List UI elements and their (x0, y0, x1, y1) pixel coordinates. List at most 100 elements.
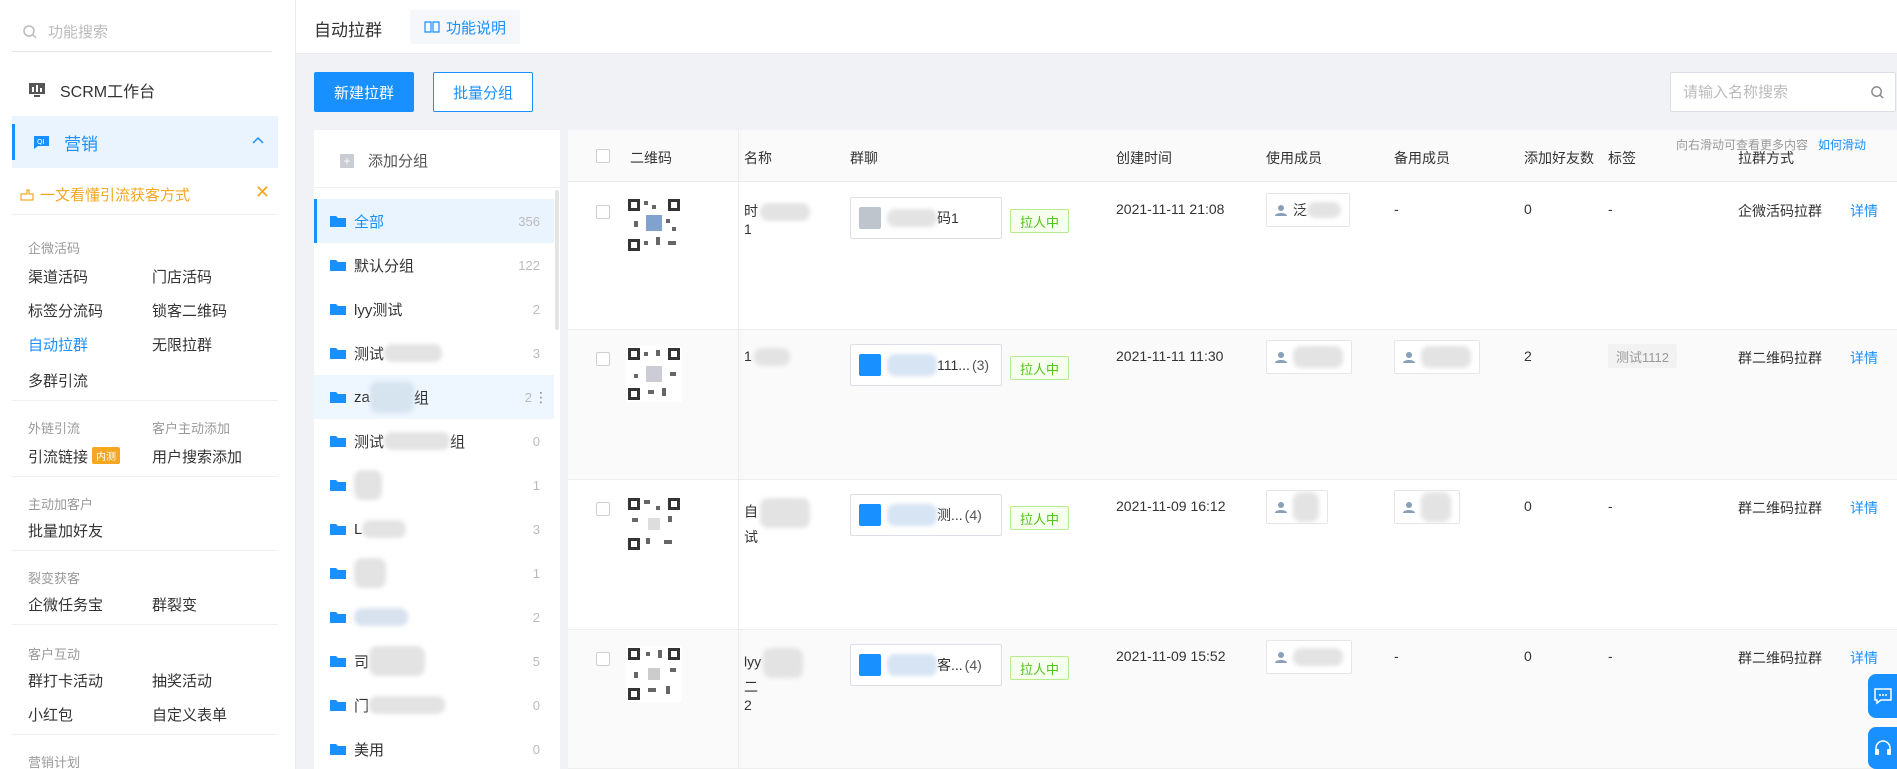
close-icon[interactable]: ✕ (255, 182, 270, 203)
group-scrollbar[interactable] (555, 190, 559, 330)
new-group-button[interactable]: 新建拉群 (314, 72, 414, 112)
chevron-up-icon[interactable] (252, 136, 264, 144)
row-checkbox[interactable] (596, 352, 610, 366)
redacted (362, 520, 407, 538)
member-chip: 泛 (1266, 193, 1350, 227)
nav-link-batch-add-friends[interactable]: 批量加好友 (28, 520, 103, 541)
qr-code-image[interactable] (626, 646, 682, 702)
name-search-input[interactable] (1683, 83, 1863, 101)
row-checkbox[interactable] (596, 205, 610, 219)
select-all-checkbox[interactable] (596, 149, 610, 163)
group-count: 5 (532, 653, 540, 669)
more-icon[interactable]: ⋮ (534, 389, 548, 406)
nav-link-task-treasure[interactable]: 企微任务宝 (28, 594, 103, 615)
search-icon[interactable] (1870, 85, 1885, 100)
nav-link-multi-group[interactable]: 多群引流 (28, 370, 88, 391)
group-item-all[interactable]: 全部 356 (314, 199, 554, 243)
nav-link-lottery[interactable]: 抽奖活动 (152, 670, 212, 691)
nav-link-group-checkin[interactable]: 群打卡活动 (28, 670, 103, 691)
group-count: 2 (532, 301, 540, 317)
table-row: 自试 测... (4) 拉人中 2021-11-09 16:12 0 - 群二维… (568, 480, 1897, 630)
detail-link[interactable]: 详情 (1850, 498, 1878, 518)
group-count: 1 (532, 565, 540, 581)
group-item[interactable]: 1 (314, 463, 554, 507)
row-name-line: 2 (744, 697, 752, 713)
add-group-button[interactable]: + 添加分组 (340, 150, 428, 171)
group-item[interactable]: za 组 2 ⋮ (314, 375, 554, 419)
batch-group-button[interactable]: 批量分组 (433, 72, 533, 112)
user-icon (1275, 352, 1287, 363)
group-item[interactable]: L 3 (314, 507, 554, 551)
folder-icon (330, 744, 346, 755)
nav-link-red-packet[interactable]: 小红包 (28, 704, 73, 725)
detail-link[interactable]: 详情 (1850, 348, 1878, 368)
group-count: 3 (532, 521, 540, 537)
redacted (887, 354, 937, 376)
group-item[interactable]: 1 (314, 551, 554, 595)
row-name-line: lyy (744, 653, 762, 670)
nav-link-tag-split-code[interactable]: 标签分流码 (28, 300, 103, 321)
group-item[interactable]: 2 (314, 595, 554, 639)
group-item[interactable]: 门 0 (314, 683, 554, 727)
nav-link-user-search-add[interactable]: 用户搜索添加 (152, 446, 242, 467)
redacted (354, 558, 386, 588)
redacted (369, 696, 446, 714)
nav-search[interactable]: 功能搜索 (12, 12, 272, 52)
book-icon (424, 21, 440, 33)
nav-link-auto-group[interactable]: 自动拉群 (28, 334, 88, 355)
customer-service-button[interactable] (1868, 727, 1897, 769)
group-chat-box[interactable]: 码1 (850, 197, 1002, 239)
group-item[interactable]: lyy测试 2 (314, 287, 554, 331)
row-name-line: 试 (744, 529, 758, 545)
nav-marketing-label: 营销 (64, 134, 98, 154)
group-chat-box[interactable]: 111... (3) (850, 344, 1002, 386)
page-header: 自动拉群 功能说明 (296, 0, 1897, 54)
col-chat: 群聊 (850, 150, 878, 166)
nav-link-traffic-link-label: 引流链接 (28, 449, 89, 466)
nav-link-group-fission[interactable]: 群裂变 (152, 594, 197, 615)
name-search-box[interactable] (1670, 72, 1896, 112)
row-checkbox[interactable] (596, 502, 610, 516)
nav-link-channel-code[interactable]: 渠道活码 (28, 266, 88, 287)
qr-code-image[interactable] (626, 346, 682, 402)
group-count: 0 (532, 741, 540, 757)
how-to-scroll-link[interactable]: 如何滑动 (1818, 138, 1866, 152)
nav-tip[interactable]: 一文看懂引流获客方式 ✕ (20, 182, 276, 205)
fixed-column-divider (738, 130, 739, 769)
group-item[interactable]: 司 5 (314, 639, 554, 683)
col-created: 创建时间 (1116, 150, 1172, 166)
divider (12, 624, 278, 625)
qr-code-image[interactable] (626, 496, 682, 552)
group-count: 1 (532, 477, 540, 493)
nav-link-store-code[interactable]: 门店活码 (152, 266, 212, 287)
group-chat-box[interactable]: 客... (4) (850, 644, 1002, 686)
nav-link-custom-form[interactable]: 自定义表单 (152, 704, 227, 725)
add-group-label: 添加分组 (368, 153, 429, 170)
redacted (760, 498, 810, 528)
chat-support-button[interactable] (1868, 674, 1897, 718)
folder-icon (330, 304, 346, 315)
nav-item-workbench[interactable]: SCRM工作台 (28, 78, 155, 102)
row-name-line: 1 (744, 348, 752, 364)
qr-code-image[interactable] (626, 197, 682, 253)
detail-link[interactable]: 详情 (1850, 648, 1878, 668)
group-name-suffix: 组 (450, 433, 466, 451)
method: 群二维码拉群 (1738, 350, 1822, 366)
group-item[interactable]: 默认分组 122 (314, 243, 554, 287)
nav-link-lock-qr[interactable]: 锁客二维码 (152, 300, 227, 321)
nav-item-marketing[interactable]: QI 营销 (12, 116, 278, 168)
nav-link-traffic-link[interactable]: 引流链接 内测 (28, 446, 121, 467)
created-time: 2021-11-09 16:12 (1116, 498, 1226, 514)
detail-link[interactable]: 详情 (1850, 201, 1878, 221)
group-item[interactable]: 美用 0 (314, 727, 554, 769)
group-item[interactable]: 测试 3 (314, 331, 554, 375)
redacted (354, 470, 382, 500)
folder-icon (330, 216, 346, 227)
nav-link-unlimited-group[interactable]: 无限拉群 (152, 334, 212, 355)
divider (12, 400, 278, 401)
group-item[interactable]: 测试 组 0 (314, 419, 554, 463)
page-title: 自动拉群 (314, 21, 382, 40)
row-checkbox[interactable] (596, 652, 610, 666)
group-chat-box[interactable]: 测... (4) (850, 494, 1002, 536)
help-button[interactable]: 功能说明 (410, 10, 521, 44)
